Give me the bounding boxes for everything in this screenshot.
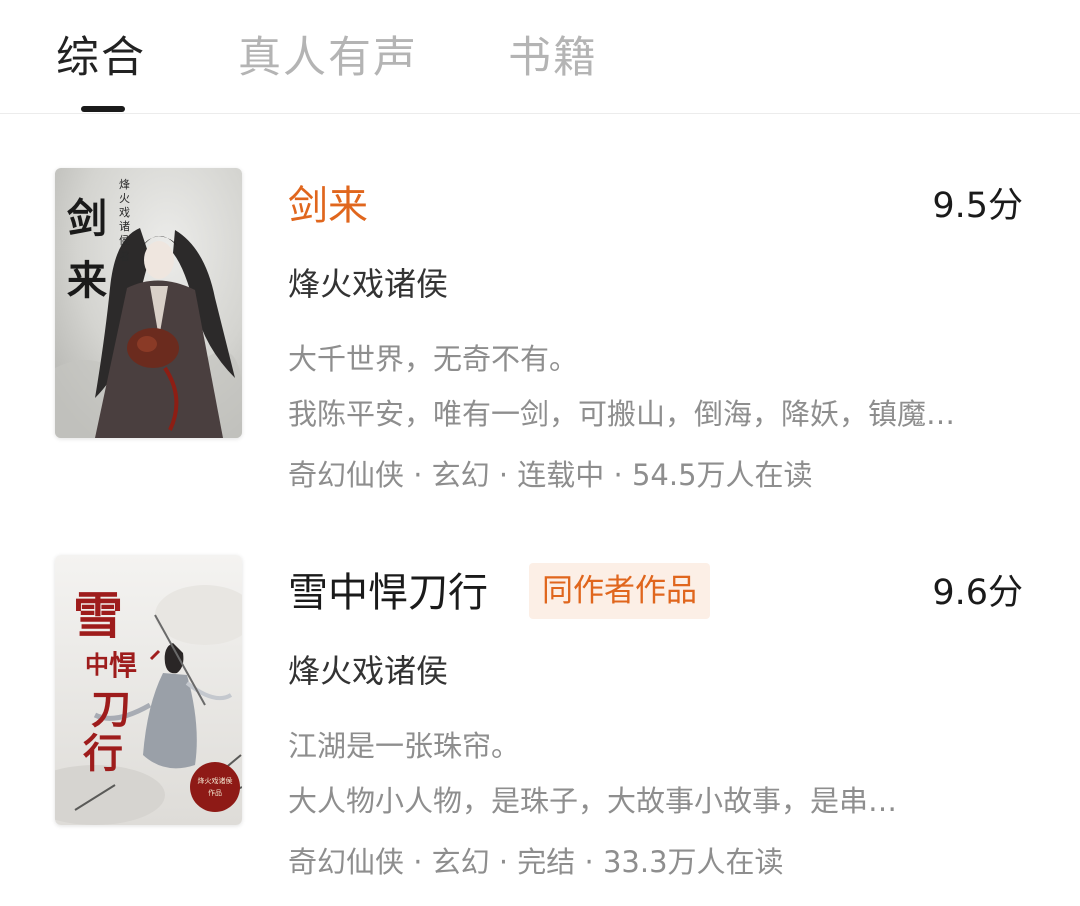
book-description-line: 大人物小人物，是珠子，大故事小故事，是串… xyxy=(288,784,898,818)
svg-text:作品: 作品 xyxy=(208,788,222,797)
tab-comprehensive[interactable]: 综合 xyxy=(56,28,146,88)
svg-text:火: 火 xyxy=(119,192,130,205)
svg-text:烽: 烽 xyxy=(119,178,130,191)
svg-text:来: 来 xyxy=(67,257,107,304)
tab-audiobook[interactable]: 真人有声 xyxy=(238,28,418,88)
book-title[interactable]: 雪中悍刀行 xyxy=(288,567,488,619)
search-results-page: 综合 真人有声 书籍 剑 来 烽 火 戏 诸 侯 著 剑来 9.5分 烽火戏诸侯… xyxy=(0,0,1080,906)
svg-text:戏: 戏 xyxy=(119,206,130,219)
book-author[interactable]: 烽火戏诸侯 xyxy=(288,649,448,693)
svg-text:悍: 悍 xyxy=(109,649,137,682)
svg-text:诸: 诸 xyxy=(119,220,130,233)
book-description-line: 大千世界，无奇不有。 xyxy=(288,342,579,376)
book-score: 9.5分 xyxy=(932,186,1023,226)
tab-books[interactable]: 书籍 xyxy=(508,28,598,88)
svg-text:刀: 刀 xyxy=(91,686,131,733)
book-cover-image[interactable]: 剑 来 烽 火 戏 诸 侯 著 xyxy=(55,168,242,438)
book-result-item[interactable]: 雪 中 悍 刀 行 烽火戏诸侯 作品 雪中悍刀行 同作者作品 9.6分 烽火戏诸… xyxy=(0,553,1080,906)
book-description-line: 江湖是一张珠帘。 xyxy=(288,729,521,763)
book-score: 9.6分 xyxy=(932,573,1023,613)
svg-text:烽火戏诸侯: 烽火戏诸侯 xyxy=(198,776,233,785)
active-tab-indicator xyxy=(81,106,125,112)
svg-text:侯: 侯 xyxy=(119,233,130,247)
book-author[interactable]: 烽火戏诸侯 xyxy=(288,262,448,306)
book-title[interactable]: 剑来 xyxy=(288,180,368,232)
book-cover-image[interactable]: 雪 中 悍 刀 行 烽火戏诸侯 作品 xyxy=(55,555,242,825)
book-result-item[interactable]: 剑 来 烽 火 戏 诸 侯 著 剑来 9.5分 烽火戏诸侯 大千世界，无奇不有。… xyxy=(0,166,1080,526)
book-meta-info: 奇幻仙侠 · 玄幻 · 连载中 · 54.5万人在读 xyxy=(288,458,813,492)
svg-text:行: 行 xyxy=(83,730,123,777)
svg-text:雪: 雪 xyxy=(73,586,123,645)
svg-text:剑: 剑 xyxy=(67,195,107,242)
svg-text:中: 中 xyxy=(85,650,109,679)
category-tab-bar: 综合 真人有声 书籍 xyxy=(0,0,1080,114)
book-description-line: 我陈平安，唯有一剑，可搬山，倒海，降妖，镇魔… xyxy=(288,397,956,431)
svg-text:著: 著 xyxy=(119,249,130,263)
book-meta-info: 奇幻仙侠 · 玄幻 · 完结 · 33.3万人在读 xyxy=(288,845,784,879)
same-author-badge: 同作者作品 xyxy=(529,563,710,619)
